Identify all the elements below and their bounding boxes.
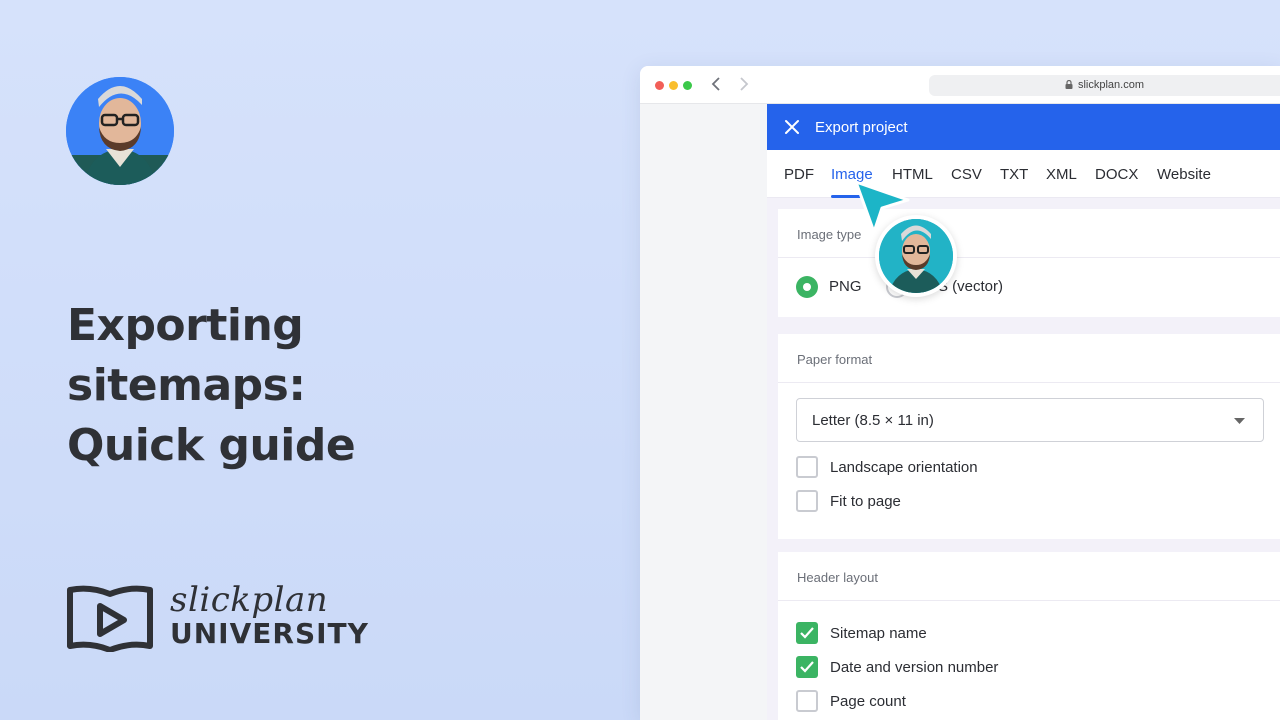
address-bar[interactable]: slickplan.com: [929, 75, 1280, 96]
dialog-header: Export project: [767, 104, 1280, 150]
chevron-down-icon: [1234, 418, 1245, 424]
landscape-label: Landscape orientation: [830, 459, 978, 476]
select-value: Letter (8.5 × 11 in): [812, 412, 934, 429]
brand-wordmark: UNIVERSITY: [170, 617, 369, 650]
header-layout-section: Header layout Sitemap name Date and vers…: [778, 552, 1280, 720]
tab-docx[interactable]: DOCX: [1095, 166, 1138, 183]
png-label: PNG: [829, 278, 862, 295]
url-text: slickplan.com: [1077, 79, 1145, 91]
forward-arrow-icon[interactable]: [738, 76, 754, 94]
title-line-3: Quick guide: [67, 420, 356, 471]
export-format-tabs: PDF Image HTML CSV TXT XML DOCX Website: [767, 150, 1280, 198]
back-arrow-icon[interactable]: [710, 76, 726, 94]
sitemap-name-label: Sitemap name: [830, 625, 927, 642]
cursor-avatar: [875, 215, 957, 297]
export-dialog: Export project PDF Image HTML CSV TXT XM…: [767, 104, 1280, 720]
title-line-1: Exporting: [67, 300, 304, 351]
close-icon[interactable]: [784, 119, 800, 135]
paper-format-section: Paper format Letter (8.5 × 11 in) Landsc…: [778, 334, 1280, 539]
brand-script: slickplan: [170, 580, 329, 620]
png-radio[interactable]: [796, 276, 818, 298]
section-divider: [778, 600, 1280, 601]
paper-format-select[interactable]: Letter (8.5 × 11 in): [796, 398, 1264, 442]
date-version-checkbox[interactable]: [796, 656, 818, 678]
section-divider: [778, 257, 1280, 258]
close-window-button[interactable]: [655, 81, 664, 90]
book-play-icon: [67, 585, 153, 652]
fit-to-page-label: Fit to page: [830, 493, 901, 510]
tab-txt[interactable]: TXT: [1000, 166, 1028, 183]
tab-xml[interactable]: XML: [1046, 166, 1077, 183]
page-count-label: Page count: [830, 693, 906, 710]
tab-pdf[interactable]: PDF: [784, 166, 814, 183]
host-avatar: [66, 77, 174, 185]
checkmark-icon: [800, 661, 814, 673]
checkmark-icon: [800, 627, 814, 639]
browser-toolbar: slickplan.com: [640, 66, 1280, 104]
tab-website[interactable]: Website: [1157, 166, 1211, 183]
dialog-title: Export project: [815, 119, 908, 136]
section-title: Header layout: [797, 570, 878, 585]
fit-to-page-checkbox[interactable]: [796, 490, 818, 512]
sitemap-name-checkbox[interactable]: [796, 622, 818, 644]
date-version-label: Date and version number: [830, 659, 999, 676]
tab-csv[interactable]: CSV: [951, 166, 982, 183]
title-line-2: sitemaps:: [67, 360, 306, 411]
section-divider: [778, 382, 1280, 383]
browser-window: slickplan.com Export project PDF Image H…: [640, 66, 1280, 720]
page-title: Exporting sitemaps: Quick guide: [67, 296, 487, 476]
landscape-checkbox[interactable]: [796, 456, 818, 478]
page-background: [640, 104, 767, 720]
section-title: Paper format: [797, 352, 873, 367]
maximize-window-button[interactable]: [683, 81, 692, 90]
minimize-window-button[interactable]: [669, 81, 678, 90]
lock-icon: [1065, 80, 1073, 89]
slickplan-university-logo: slickplan UNIVERSITY: [66, 580, 386, 660]
page-count-checkbox[interactable]: [796, 690, 818, 712]
